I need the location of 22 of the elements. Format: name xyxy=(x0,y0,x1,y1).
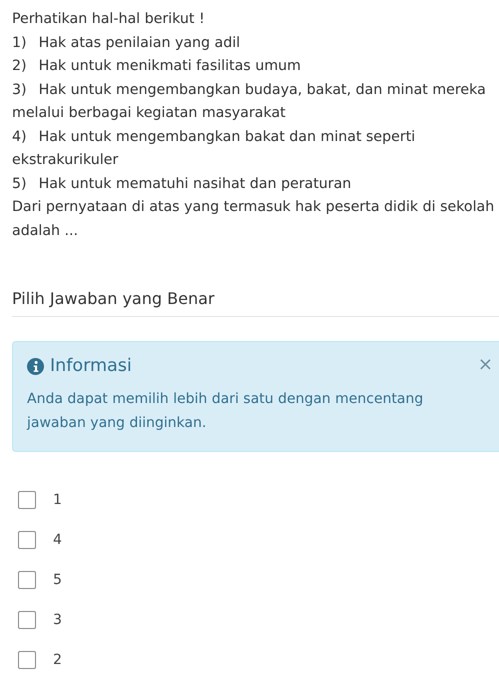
checkbox[interactable] xyxy=(18,651,36,669)
section-heading: Pilih Jawaban yang Benar xyxy=(12,289,499,317)
alert-title: Informasi xyxy=(50,356,132,376)
option-label: 2 xyxy=(53,652,62,668)
statement-text: 5) Hak untuk mematuhi nasihat dan peraturan xyxy=(12,174,352,194)
question-prompt: Dari pernyataan di atas yang termasuk hak peserta didik di sekolah adalah ... xyxy=(12,198,496,240)
close-button[interactable]: × xyxy=(476,356,495,374)
checkbox[interactable] xyxy=(18,611,36,629)
option-label: 4 xyxy=(53,532,62,548)
info-icon xyxy=(27,358,44,374)
checkbox[interactable] xyxy=(18,531,36,549)
option-label: 5 xyxy=(53,572,62,588)
checkbox[interactable] xyxy=(18,491,36,509)
statement-text: 2) Hak untuk menikmati fasilitas umum xyxy=(12,57,302,76)
statement-text: 3) Hak untuk mengembangkan budaya, bakat, dan minat mereka melalui berbagai kegiatan masyarakat xyxy=(12,80,487,123)
checkbox[interactable] xyxy=(18,571,36,589)
option-label: 1 xyxy=(53,492,62,508)
option-label: 3 xyxy=(53,612,62,628)
statement-text: 1) Hak atas penilaian yang adil xyxy=(12,34,242,52)
question-intro: Perhatikan hal-hal berikut ! xyxy=(12,10,206,29)
statement-text: 4) Hak untuk mengembangkan bakat dan minat seperti ekstrakurikuler xyxy=(12,128,416,170)
alert-message: Anda dapat memilih lebih dari satu dengan mencentang jawaban yang diinginkan. xyxy=(27,390,424,432)
